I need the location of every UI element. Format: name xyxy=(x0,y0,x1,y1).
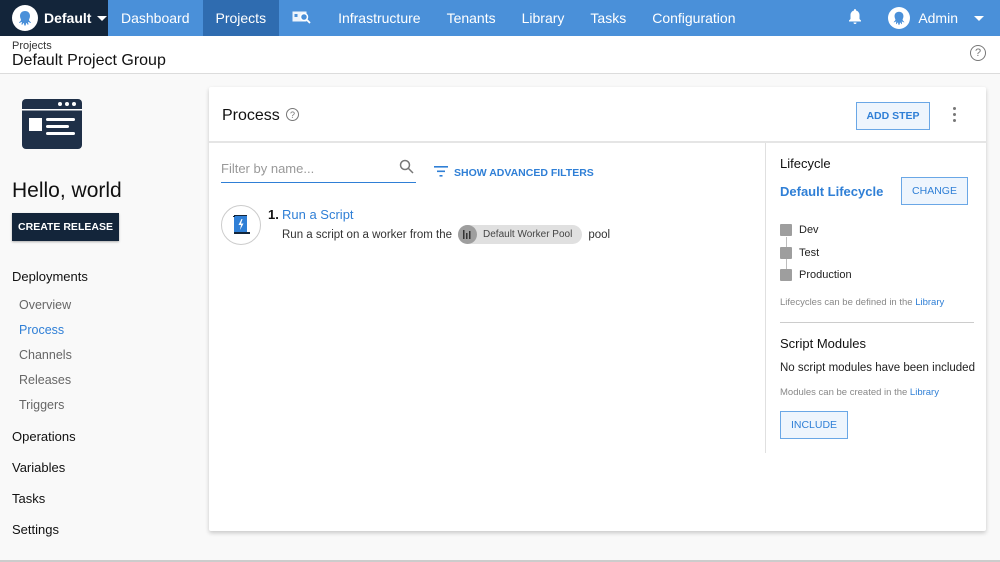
worker-pool-icon xyxy=(458,225,478,244)
nav-tasks[interactable]: Tasks xyxy=(577,0,639,36)
lifecycle-note-text: Lifecycles can be defined in the xyxy=(780,297,913,308)
modules-note: Modules can be created in the Library xyxy=(780,387,939,398)
octopus-logo-icon xyxy=(12,5,38,31)
nav-library[interactable]: Library xyxy=(509,0,578,36)
create-release-button[interactable]: CREATE RELEASE xyxy=(12,213,119,241)
step-description-suffix: pool xyxy=(588,228,611,241)
lifecycle-title: Lifecycle xyxy=(780,156,831,171)
change-lifecycle-button[interactable]: CHANGE xyxy=(901,177,968,205)
nav-configuration[interactable]: Configuration xyxy=(639,0,748,36)
nav-dashboard[interactable]: Dashboard xyxy=(108,0,203,36)
advanced-filters-label: SHOW ADVANCED FILTERS xyxy=(454,167,594,179)
sidebar-item-channels[interactable]: Channels xyxy=(19,348,72,362)
chevron-down-icon xyxy=(97,15,108,21)
script-step-icon xyxy=(221,205,261,245)
process-card: Process ? ADD STEP SHOW ADVANCED FILTERS… xyxy=(209,87,986,531)
user-name: Admin xyxy=(918,10,958,26)
lifecycle-phase: Production xyxy=(780,269,852,281)
phase-marker-icon xyxy=(780,224,792,236)
process-side-panel: Lifecycle Default Lifecycle CHANGE Dev T… xyxy=(765,143,986,453)
lifecycle-phase: Dev xyxy=(780,224,819,236)
sidebar-group-operations[interactable]: Operations xyxy=(12,429,76,444)
library-link[interactable]: Library xyxy=(915,297,944,308)
phase-marker-icon xyxy=(780,269,792,281)
help-icon[interactable]: ? xyxy=(970,45,986,61)
sidebar-group-tasks[interactable]: Tasks xyxy=(12,491,45,506)
divider xyxy=(780,322,974,323)
modules-note-text: Modules can be created in the xyxy=(780,387,908,398)
include-button[interactable]: INCLUDE xyxy=(780,411,848,439)
space-selector[interactable]: Default xyxy=(0,0,108,36)
nav-search[interactable] xyxy=(279,0,325,36)
sidebar-item-overview[interactable]: Overview xyxy=(19,298,71,312)
user-menu[interactable]: Admin xyxy=(888,7,984,29)
space-name: Default xyxy=(44,10,92,26)
filter-icon xyxy=(434,166,454,180)
avatar xyxy=(888,7,911,29)
search-card-icon xyxy=(292,10,312,27)
add-step-button[interactable]: ADD STEP xyxy=(856,102,930,130)
nav-infrastructure[interactable]: Infrastructure xyxy=(325,0,433,36)
sidebar-item-process[interactable]: Process xyxy=(19,323,64,337)
page-title: Default Project Group xyxy=(12,52,166,69)
step-description-prefix: Run a script on a worker from the xyxy=(282,228,453,241)
worker-pool-name: Default Worker Pool xyxy=(483,229,573,240)
phase-name: Test xyxy=(799,247,820,259)
phase-marker-icon xyxy=(780,247,792,259)
worker-pool-chip[interactable]: Default Worker Pool xyxy=(458,225,583,244)
search-icon[interactable] xyxy=(399,159,414,179)
top-navigation: Default Dashboard Projects Infrastructur… xyxy=(0,0,1000,36)
filter-input[interactable] xyxy=(221,156,391,180)
nav-tenants[interactable]: Tenants xyxy=(434,0,509,36)
lifecycle-note: Lifecycles can be defined in the Library xyxy=(780,297,944,308)
process-title: Process xyxy=(222,107,280,124)
breadcrumb[interactable]: Projects xyxy=(12,40,52,52)
step-description: Run a script on a worker from the Defaul… xyxy=(282,225,610,244)
project-name: Hello, world xyxy=(12,179,122,202)
phase-name: Dev xyxy=(799,224,819,236)
filter-field xyxy=(221,156,416,183)
nav-projects[interactable]: Projects xyxy=(202,0,280,36)
show-advanced-filters-button[interactable]: SHOW ADVANCED FILTERS xyxy=(434,166,594,180)
more-options-icon[interactable] xyxy=(951,107,957,123)
library-link[interactable]: Library xyxy=(910,387,939,398)
script-modules-title: Script Modules xyxy=(780,336,866,351)
sidebar-item-triggers[interactable]: Triggers xyxy=(19,398,64,412)
sidebar-group-deployments[interactable]: Deployments xyxy=(12,269,88,284)
step-name-link[interactable]: Run a Script xyxy=(282,207,354,222)
lifecycle-link[interactable]: Default Lifecycle xyxy=(780,184,883,199)
project-sidebar: Hello, world CREATE RELEASE Deployments … xyxy=(0,75,200,562)
project-logo-icon xyxy=(22,99,82,154)
sidebar-item-releases[interactable]: Releases xyxy=(19,373,71,387)
help-icon[interactable]: ? xyxy=(286,108,299,121)
lifecycle-phase: Test xyxy=(780,247,819,259)
chevron-down-icon xyxy=(974,15,984,21)
phase-name: Production xyxy=(799,269,852,281)
script-modules-empty: No script modules have been included xyxy=(780,362,975,374)
process-card-header: Process ? ADD STEP xyxy=(209,87,986,143)
sidebar-group-settings[interactable]: Settings xyxy=(12,522,59,537)
bell-icon[interactable] xyxy=(848,8,862,29)
step-number: 1. xyxy=(268,207,279,222)
page-header: Projects Default Project Group ? xyxy=(0,36,1000,74)
sidebar-group-variables[interactable]: Variables xyxy=(12,460,65,475)
